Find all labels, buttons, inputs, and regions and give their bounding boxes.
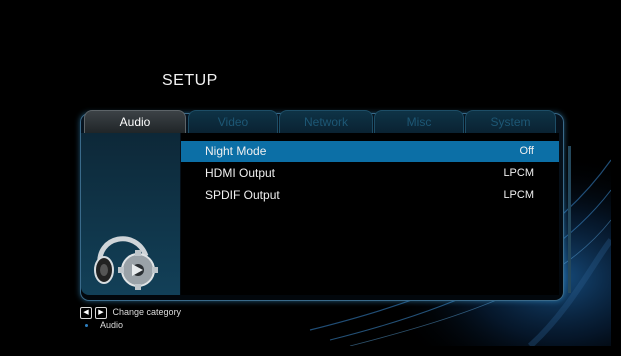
setting-value: LPCM xyxy=(503,189,534,201)
settings-scrollbar[interactable] xyxy=(568,146,571,293)
tab-audio[interactable]: Audio xyxy=(84,110,186,133)
arrow-right-key-icon: ▶ xyxy=(95,306,107,319)
setting-row-night-mode[interactable]: Night Mode Off xyxy=(181,141,559,162)
category-tabs: Audio Video Network Misc System xyxy=(84,110,556,134)
bullet-icon xyxy=(85,324,88,328)
settings-list: Night Mode Off HDMI Output LPCM SPDIF Ou… xyxy=(181,133,559,295)
setting-label: SPDIF Output xyxy=(205,188,280,202)
tab-system[interactable]: System xyxy=(465,110,556,133)
setting-row-hdmi-output[interactable]: HDMI Output LPCM xyxy=(181,163,559,184)
tab-misc[interactable]: Misc xyxy=(374,110,464,133)
arrow-left-key-icon: ◀ xyxy=(80,306,92,319)
screen: SETUP Audio Video Network Misc System Ni… xyxy=(0,0,621,356)
setting-row-spdif-output[interactable]: SPDIF Output LPCM xyxy=(181,185,559,206)
current-category-label: Audio xyxy=(100,320,124,330)
tab-video[interactable]: Video xyxy=(188,110,278,133)
tab-network[interactable]: Network xyxy=(279,110,373,133)
tv-frame: SETUP Audio Video Network Misc System Ni… xyxy=(10,10,611,346)
setting-label: HDMI Output xyxy=(205,166,276,180)
hint-change-category: ◀ ▶ Change category xyxy=(80,306,181,319)
audio-headphones-gear-icon xyxy=(94,236,158,290)
setting-value: Off xyxy=(519,145,534,157)
page-title: SETUP xyxy=(162,72,218,89)
setting-label: Night Mode xyxy=(205,144,267,158)
hint-current-category: Audio xyxy=(80,319,181,332)
hint-text: Change category xyxy=(112,307,182,317)
setting-value: LPCM xyxy=(503,167,534,179)
key-hints: ◀ ▶ Change category Audio xyxy=(80,306,181,332)
